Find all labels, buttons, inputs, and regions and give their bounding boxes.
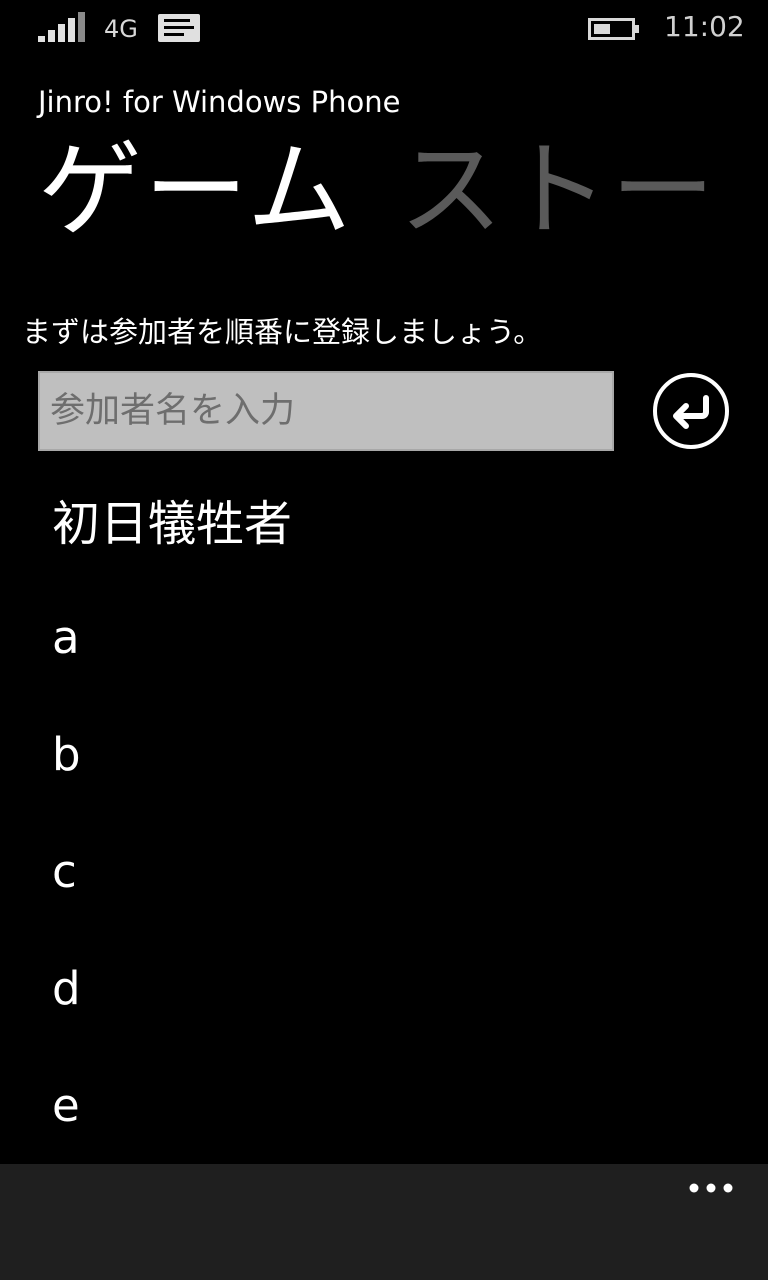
player-name-input[interactable] (38, 371, 614, 451)
instruction-text: まずは参加者を順番に登録しましょう。 (22, 315, 543, 349)
clock: 11:02 (664, 10, 745, 43)
battery-icon (588, 18, 639, 40)
app-title: Jinro! for Windows Phone (38, 85, 401, 119)
player-item[interactable]: b (52, 720, 292, 790)
player-item[interactable]: 初日犠牲者 (52, 488, 292, 560)
player-item[interactable]: d (52, 954, 292, 1024)
more-icon[interactable] (686, 1174, 736, 1202)
pivot-tab-game[interactable]: ゲーム (38, 132, 353, 248)
player-list: 初日犠牲者 a b c d e (52, 488, 292, 1188)
status-bar: 4G 11:02 (0, 0, 768, 56)
player-item[interactable]: e (52, 1071, 292, 1141)
pivot-tab-story[interactable]: ストー (399, 132, 717, 248)
app-bar (0, 1164, 768, 1280)
network-type-label: 4G (104, 15, 138, 43)
enter-icon[interactable] (652, 372, 730, 450)
player-item[interactable]: c (52, 837, 292, 907)
signal-icon (38, 12, 85, 42)
player-item[interactable]: a (52, 603, 292, 673)
pivot-header: ゲーム ストー (38, 132, 763, 252)
message-icon (158, 14, 200, 42)
